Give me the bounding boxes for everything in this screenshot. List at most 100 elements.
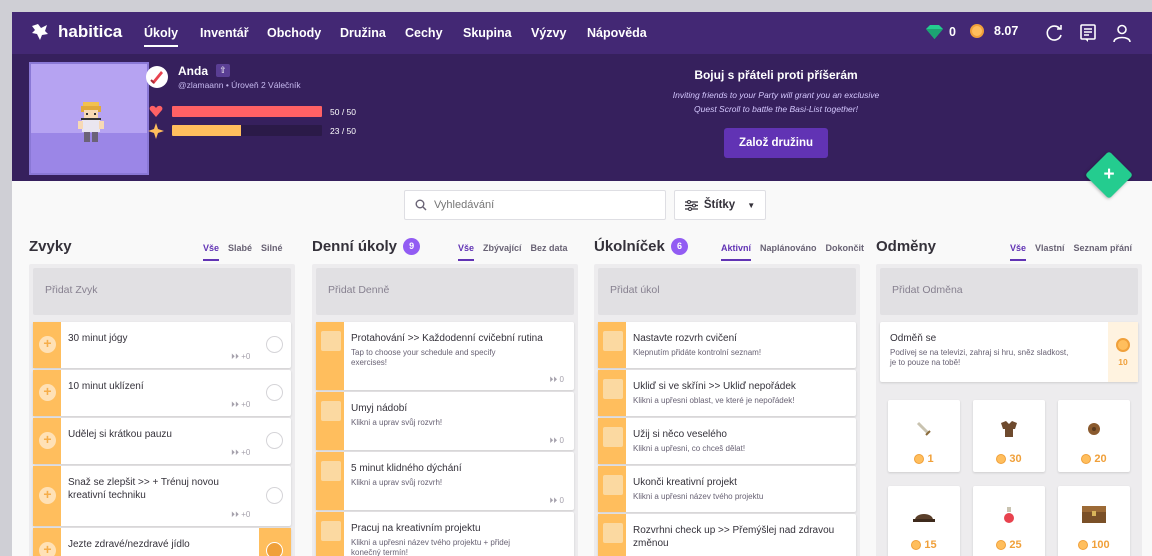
shop-item[interactable]: 20 — [1058, 400, 1130, 472]
filter-weak[interactable]: Slabé — [228, 243, 252, 261]
habit-plus-area[interactable] — [33, 528, 61, 556]
todo-check-area[interactable] — [598, 322, 626, 368]
tags-dropdown[interactable]: Štítky ▼ — [674, 190, 766, 220]
daily-check-area[interactable] — [316, 322, 344, 390]
todo-item[interactable]: Ukonči kreativní projekt Klikni a upřesn… — [598, 466, 856, 512]
filter-complete[interactable]: Dokončit — [826, 243, 865, 261]
reward-buy-button[interactable]: 10 — [1108, 322, 1138, 382]
todo-title: Nastavte rozvrh cvičení — [633, 333, 737, 344]
reward-notes-line: Podívej se na televizi, zahraj si hru, s… — [890, 348, 1069, 357]
nav-guilds[interactable]: Cechy — [405, 26, 443, 40]
reward-item[interactable]: Odměň se Podívej se na televizi, zahraj … — [880, 322, 1138, 382]
nav-shops[interactable]: Obchody — [267, 26, 321, 40]
notifications-icon[interactable] — [1078, 23, 1098, 43]
checkbox[interactable] — [603, 523, 623, 543]
add-reward-input[interactable]: Přidat Odměna — [880, 268, 1138, 315]
habit-item[interactable]: Snaž se zlepšit >> + Trénuj novou kreativ… — [33, 466, 291, 526]
habit-item[interactable]: Udělej si krátkou pauzu ⏵⏵ +0 — [33, 418, 291, 464]
todo-check-area[interactable] — [598, 370, 626, 416]
habits-title: Zvyky — [29, 238, 72, 255]
todo-item[interactable]: Ukliď si ve skříni >> Ukliď nepořádek Kl… — [598, 370, 856, 416]
daily-item[interactable]: Pracuj na kreativním projektu Klikni a u… — [316, 512, 574, 556]
plus-icon[interactable] — [39, 335, 56, 353]
habitica-logo[interactable]: habitica — [30, 22, 122, 42]
daily-item[interactable]: Protahování >> Každodenní cvičební rutin… — [316, 322, 574, 390]
nav-party[interactable]: Družina — [340, 26, 386, 40]
search-input[interactable] — [434, 199, 634, 211]
sync-icon[interactable] — [1044, 23, 1064, 43]
minus-icon[interactable] — [266, 384, 283, 401]
avatar[interactable] — [29, 62, 149, 175]
daily-item[interactable]: Umyj nádobí Klikni a uprav svůj rozvrh! … — [316, 392, 574, 450]
todo-item[interactable]: Rozvrhni check up >> Přemýšlej nad zdrav… — [598, 514, 856, 556]
checkbox[interactable] — [603, 331, 623, 351]
filter-due[interactable]: Zbývající — [483, 243, 522, 261]
filter-custom[interactable]: Vlastní — [1035, 243, 1065, 261]
filter-all[interactable]: Vše — [458, 243, 475, 261]
shop-item[interactable]: 1 — [888, 400, 960, 472]
minus-icon[interactable] — [266, 487, 283, 504]
add-habit-input[interactable]: Přidat Zvyk — [33, 268, 291, 315]
habit-plus-area[interactable] — [33, 370, 61, 416]
plus-icon[interactable] — [39, 383, 56, 401]
party-promo-title: Bojuj s přáteli proti příšerám — [694, 68, 858, 82]
nav-help[interactable]: Nápověda — [587, 26, 647, 40]
checkbox[interactable] — [321, 331, 341, 351]
nav-group[interactable]: Skupina — [463, 26, 512, 40]
filter-all[interactable]: Vše — [1010, 243, 1027, 261]
daily-notes: Tap to choose your schedule and specify e… — [351, 348, 496, 368]
gems-value: 0 — [949, 25, 956, 39]
todo-check-area[interactable] — [598, 418, 626, 464]
minus-icon[interactable] — [266, 542, 283, 556]
minus-icon[interactable] — [266, 336, 283, 353]
filter-all[interactable]: Vše — [203, 243, 220, 261]
add-todo-input[interactable]: Přidat úkol — [598, 268, 856, 315]
habit-plus-area[interactable] — [33, 322, 61, 368]
add-daily-input[interactable]: Přidat Denně — [316, 268, 574, 315]
checkbox[interactable] — [321, 521, 341, 541]
user-icon[interactable] — [1112, 23, 1132, 43]
habit-item[interactable]: 30 minut jógy ⏵⏵ +0 — [33, 322, 291, 368]
plus-icon[interactable] — [39, 431, 56, 449]
habit-plus-area[interactable] — [33, 466, 61, 526]
daily-check-area[interactable] — [316, 452, 344, 510]
habit-item[interactable]: Jezte zdravé/nezdravé jídlo — [33, 528, 291, 556]
filter-active[interactable]: Aktivní — [721, 243, 752, 261]
shop-item[interactable]: 15 — [888, 486, 960, 556]
checkbox[interactable] — [321, 461, 341, 481]
todo-check-area[interactable] — [598, 466, 626, 512]
filter-strong[interactable]: Silné — [261, 243, 283, 261]
habit-item[interactable]: 10 minut uklízení ⏵⏵ +0 — [33, 370, 291, 416]
todo-check-area[interactable] — [598, 514, 626, 556]
shop-item[interactable]: 30 — [973, 400, 1045, 472]
habit-minus-area[interactable] — [259, 528, 291, 556]
todo-item[interactable]: Užij si něco veselého Klikni a upřesni, … — [598, 418, 856, 464]
nav-challenges[interactable]: Výzvy — [531, 26, 566, 40]
checkbox[interactable] — [321, 401, 341, 421]
level-up-icon[interactable]: ⇧ — [216, 64, 230, 77]
shop-item[interactable]: 25 — [973, 486, 1045, 556]
filter-not-due[interactable]: Bez data — [531, 243, 568, 261]
gems-counter[interactable]: 0 — [926, 25, 956, 39]
create-party-button[interactable]: Založ družinu — [723, 128, 829, 158]
user-subtitle: @zlamaann • Úroveň 2 Válečník — [178, 80, 301, 90]
nav-tasks[interactable]: Úkoly — [144, 26, 179, 47]
habit-title-line: Snaž se zlepšit >> + Trénuj novou — [68, 477, 219, 488]
minus-icon[interactable] — [266, 432, 283, 449]
habit-counter-value: +0 — [241, 400, 251, 409]
plus-icon[interactable] — [39, 486, 56, 504]
daily-check-area[interactable] — [316, 392, 344, 450]
todo-item[interactable]: Nastavte rozvrh cvičení Klepnutím přidát… — [598, 322, 856, 368]
plus-icon[interactable] — [39, 541, 56, 556]
checkbox[interactable] — [603, 475, 623, 495]
daily-check-area[interactable] — [316, 512, 344, 556]
search-box[interactable] — [404, 190, 666, 220]
nav-inventory[interactable]: Inventář — [200, 26, 249, 40]
checkbox[interactable] — [603, 379, 623, 399]
shop-item[interactable]: 100 — [1058, 486, 1130, 556]
filter-wishlist[interactable]: Seznam přání — [1074, 243, 1133, 261]
filter-scheduled[interactable]: Naplánováno — [760, 243, 817, 261]
habit-plus-area[interactable] — [33, 418, 61, 464]
checkbox[interactable] — [603, 427, 623, 447]
daily-item[interactable]: 5 minut klidného dýchání Klikni a uprav … — [316, 452, 574, 510]
